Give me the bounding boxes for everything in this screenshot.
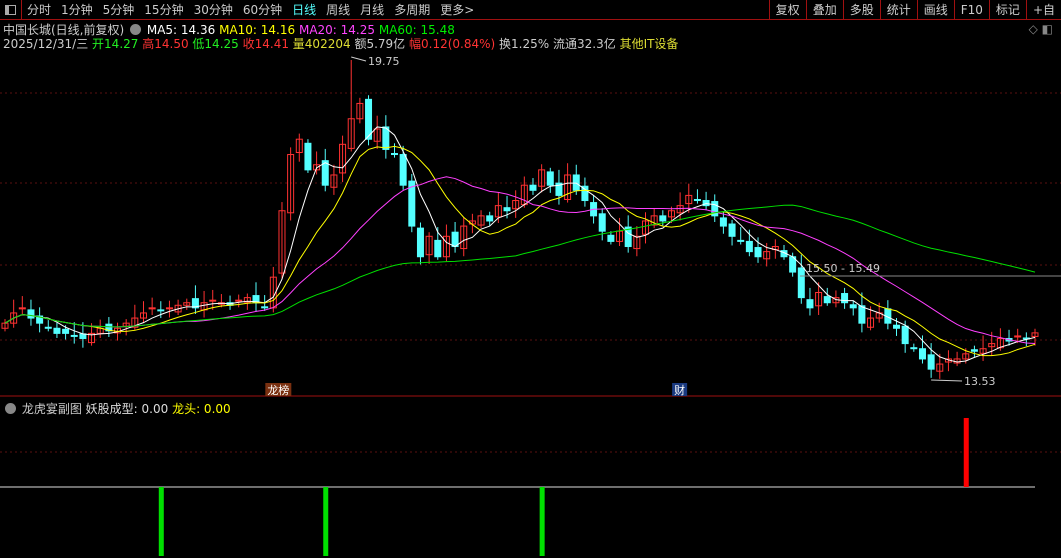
- event-label: 财: [674, 383, 685, 397]
- candle-body: [841, 293, 849, 304]
- green-bar: [323, 487, 329, 556]
- longtou-value: 龙头: 0.00: [172, 402, 231, 416]
- candle-body: [754, 247, 762, 258]
- max-price-label: 19.75: [368, 55, 400, 68]
- candle-body: [209, 299, 217, 302]
- candle-body: [451, 231, 459, 248]
- candle-body: [598, 213, 606, 232]
- candle-body: [261, 306, 269, 309]
- candle-body: [62, 328, 70, 334]
- green-bar: [539, 487, 545, 556]
- event-label: 龙榜: [267, 383, 289, 397]
- candle-body: [927, 354, 935, 370]
- min-price-label: 13.53: [964, 375, 996, 388]
- candle-body: [416, 227, 424, 258]
- sub-settings-icon[interactable]: [5, 403, 16, 414]
- range-label: 15.50 - 15.49: [806, 262, 880, 275]
- candle-body: [893, 324, 901, 329]
- candle-body: [53, 327, 61, 334]
- candle-body: [529, 184, 537, 191]
- max-leader: [351, 56, 367, 62]
- candle-body: [390, 153, 398, 156]
- candle-body: [823, 296, 831, 304]
- candle-body: [572, 174, 580, 191]
- candle-body: [918, 348, 926, 360]
- candle-body: [546, 171, 554, 186]
- green-bar: [158, 487, 164, 556]
- candle-body: [27, 309, 35, 319]
- ma60-line: [4, 204, 1036, 328]
- min-leader: [931, 379, 963, 382]
- candle-body: [165, 307, 173, 310]
- red-bar: [963, 418, 969, 487]
- candle-body: [659, 215, 667, 222]
- yaogu-value: 妖股成型: 0.00: [85, 402, 169, 416]
- candle-body: [970, 349, 978, 352]
- candle-body: [157, 309, 165, 312]
- candle-body: [737, 239, 745, 242]
- candle-body: [858, 305, 866, 324]
- candle-body: [849, 304, 857, 309]
- candle-body: [44, 326, 52, 329]
- candle-body: [745, 240, 753, 253]
- candle-body: [719, 217, 727, 227]
- candle-body: [607, 234, 615, 242]
- ma5-line: [4, 126, 1036, 363]
- ma10-line: [4, 145, 1036, 357]
- sub-chart-legend: 龙虎宴副图 妖股成型: 0.00 龙头: 0.00: [3, 400, 231, 417]
- candle-body: [503, 207, 511, 212]
- candle-body: [806, 299, 814, 309]
- candle-body: [910, 347, 918, 350]
- candle-body: [728, 223, 736, 237]
- candle-body: [70, 334, 78, 337]
- candle-body: [486, 215, 494, 222]
- candle-body: [399, 154, 407, 186]
- sub-title: 龙虎宴副图: [21, 402, 82, 416]
- candle-body: [434, 239, 442, 258]
- candle-body: [901, 325, 909, 345]
- candle-body: [693, 199, 701, 202]
- candle-body: [702, 200, 710, 207]
- kline-chart[interactable]: 19.75 13.53 15.50 - 15.49 龙榜 财: [0, 0, 1061, 558]
- candle-body: [304, 142, 312, 171]
- candle-body: [797, 267, 805, 299]
